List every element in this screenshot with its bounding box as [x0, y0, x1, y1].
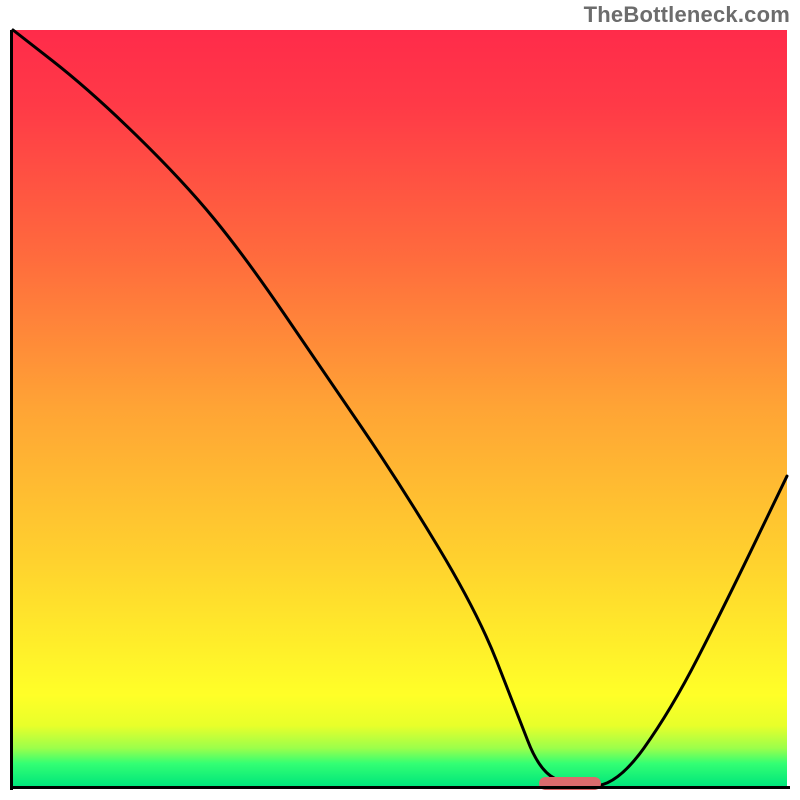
chart-container: TheBottleneck.com	[0, 0, 800, 800]
x-axis	[10, 786, 790, 789]
bottleneck-curve	[13, 30, 787, 786]
y-axis	[10, 30, 13, 790]
watermark-text: TheBottleneck.com	[584, 2, 790, 28]
